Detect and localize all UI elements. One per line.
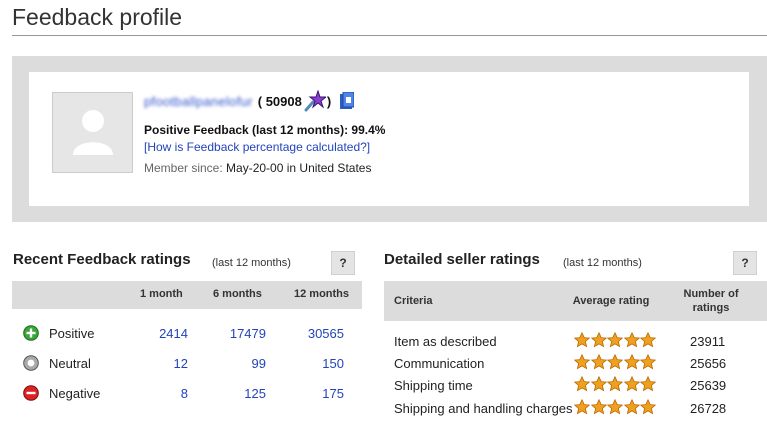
star-icon (607, 399, 623, 415)
col-6-months: 6 months (213, 288, 262, 300)
member-since: Member since: May-20-00 in United States (144, 161, 371, 175)
star-rating (574, 376, 657, 392)
positive-12-months[interactable]: 30565 (284, 326, 344, 341)
star-icon (590, 399, 607, 415)
star-icon (623, 332, 640, 348)
recent-row-negative: Negative 8 125 175 (12, 383, 362, 405)
detailed-ratings-subtitle: (last 12 months) (563, 257, 642, 269)
star-icon (640, 376, 656, 392)
dsr-count: 25639 (690, 378, 727, 393)
neutral-12-months[interactable]: 150 (284, 356, 344, 371)
col-average-rating: Average rating (572, 295, 650, 307)
neutral-label: Neutral (49, 356, 91, 371)
positive-icon (23, 325, 39, 341)
col-criteria: Criteria (394, 295, 433, 307)
star-icon (623, 399, 640, 415)
dsr-count: 26728 (690, 401, 727, 416)
star-rating (574, 399, 657, 415)
neutral-1-month[interactable]: 12 (128, 356, 188, 371)
star-rating (574, 332, 657, 348)
star-icon (590, 332, 607, 348)
star-icon (574, 399, 590, 415)
negative-12-months[interactable]: 175 (284, 386, 344, 401)
dsr-label-shipping-handling: Shipping and handling charges (394, 401, 573, 416)
positive-6-months[interactable]: 17479 (206, 326, 266, 341)
me-page-icon[interactable] (340, 91, 355, 110)
user-line: pfootballpanelofur ( 50908 ) (144, 89, 355, 112)
recent-row-positive: Positive 2414 17479 30565 (12, 323, 362, 345)
recent-row-neutral: Neutral 12 99 150 (12, 353, 362, 375)
neutral-icon (23, 355, 39, 371)
col-12-months: 12 months (294, 288, 350, 300)
shooting-star-icon[interactable] (304, 89, 328, 112)
detailed-ratings-title: Detailed seller ratings (384, 251, 540, 268)
profile-card: pfootballpanelofur ( 50908 ) Positive Fe… (29, 72, 749, 206)
star-icon (607, 332, 623, 348)
star-icon (574, 376, 590, 392)
detailed-help-button[interactable]: ? (733, 251, 757, 275)
dsr-label-shipping-time: Shipping time (394, 378, 473, 393)
negative-label: Negative (49, 386, 101, 401)
feedback-score[interactable]: ( 50908 (258, 94, 302, 109)
dsr-row: Shipping and handling charges 26728 (384, 399, 767, 419)
username-link[interactable]: pfootballpanelofur (144, 94, 253, 109)
negative-1-month[interactable]: 8 (128, 386, 188, 401)
dsr-label-communication: Communication (394, 356, 485, 371)
star-icon (640, 399, 656, 415)
star-icon (590, 354, 607, 370)
recent-ratings-subtitle: (last 12 months) (212, 257, 291, 269)
member-since-value: May-20-00 in United States (226, 161, 372, 175)
member-since-label: Member since: (144, 161, 223, 175)
col-number-of-ratings-line1: Number of (683, 288, 739, 300)
col-1-month: 1 month (140, 288, 183, 300)
dsr-row: Item as described 23911 (384, 332, 767, 352)
user-silhouette-icon (73, 110, 113, 155)
dsr-row: Shipping time 25639 (384, 376, 767, 396)
star-icon (607, 354, 623, 370)
negative-6-months[interactable]: 125 (206, 386, 266, 401)
star-rating (574, 354, 657, 370)
neutral-6-months[interactable]: 99 (206, 356, 266, 371)
page-title: Feedback profile (12, 4, 183, 30)
positive-label: Positive (49, 326, 95, 341)
col-number-of-ratings-line2: ratings (692, 302, 730, 314)
avatar (52, 92, 133, 173)
feedback-score-close: ) (326, 93, 332, 109)
star-icon (640, 354, 656, 370)
dsr-count: 25656 (690, 356, 727, 371)
title-divider (12, 35, 767, 36)
star-icon (640, 332, 656, 348)
positive-feedback-text: Positive Feedback (last 12 months): 99.4… (144, 123, 386, 137)
dsr-count: 23911 (690, 334, 726, 349)
star-icon (574, 332, 590, 348)
positive-1-month[interactable]: 2414 (128, 326, 188, 341)
dsr-label-item-as-described: Item as described (394, 334, 497, 349)
recent-ratings-title: Recent Feedback ratings (13, 251, 191, 268)
dsr-row: Communication 25656 (384, 354, 767, 374)
star-icon (574, 354, 590, 370)
feedback-calc-link[interactable]: [How is Feedback percentage calculated?] (144, 140, 370, 154)
star-icon (590, 376, 607, 392)
star-icon (607, 376, 623, 392)
star-icon (623, 354, 640, 370)
negative-icon (23, 385, 39, 401)
profile-panel: pfootballpanelofur ( 50908 ) Positive Fe… (12, 56, 767, 222)
recent-help-button[interactable]: ? (331, 251, 355, 275)
star-icon (623, 376, 640, 392)
